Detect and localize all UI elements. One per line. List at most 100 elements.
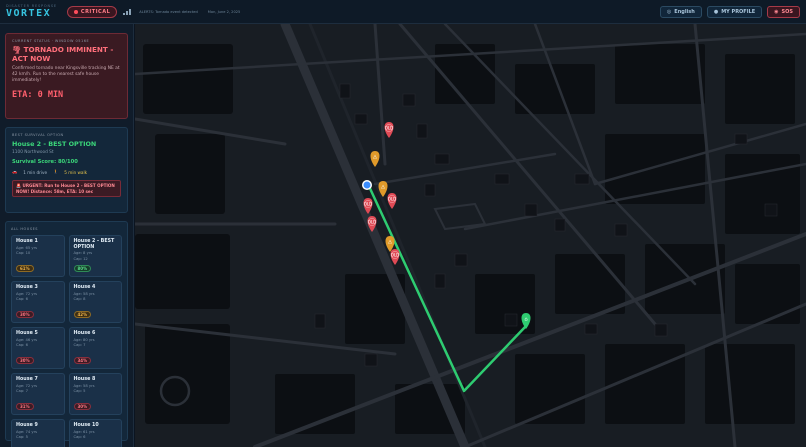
house-age: Age: 80 yrs	[73, 337, 95, 342]
house-age: Age: 8 yrs	[73, 251, 93, 256]
house-card[interactable]: House 6 Age: 80 yrs Cap: 7 34%	[68, 327, 122, 369]
house-capacity: Cap: 7	[16, 389, 28, 394]
house-score-badge: 30%	[16, 311, 34, 318]
house-name: House 1	[16, 239, 38, 244]
status-badge-label: CRITICAL	[80, 8, 111, 15]
best-option-name: House 2 - BEST OPTION	[12, 140, 97, 148]
house-score-badge: 34%	[73, 357, 92, 364]
tornado-warning-title: 🌪 TORNADO IMMINENT - ACT NOW	[12, 45, 114, 63]
travel-times: 🚗 1 min drive 🚶 5 min walk	[12, 169, 121, 175]
house-capacity: Cap: 7	[73, 343, 86, 348]
house-score-badge: 80%	[73, 265, 92, 272]
tornado-warning-description: Confirmed tornado near Kingsville tracki…	[12, 66, 120, 84]
walk-time: 5 min walk	[64, 169, 88, 175]
brand-logo: VORTEX	[6, 8, 52, 19]
house-capacity: Cap: 5	[16, 435, 28, 440]
alert-ticker: ALERTS: Tornado event detected	[139, 9, 198, 14]
house-capacity: Cap: 6	[16, 343, 28, 348]
best-option-address: 1100 Northwood St	[12, 150, 54, 155]
warning-icon: ⚠	[388, 240, 393, 246]
houses-section-label: ALL HOUSES	[11, 227, 39, 231]
signal-bars-icon	[123, 8, 132, 15]
house-capacity: Cap: 8	[73, 297, 86, 302]
house-age: Age: 72 yrs	[16, 383, 38, 388]
house-marker-old[interactable]: OLD	[390, 249, 400, 265]
top-bar: DISASTER RESPONSE VORTEX CRITICAL ALERTS…	[0, 0, 806, 24]
user-icon: ●	[713, 8, 719, 15]
language-button[interactable]: ◎ English	[659, 5, 702, 18]
survival-score: Survival Score: 80/100	[12, 159, 78, 165]
marker-label: OLD	[391, 253, 399, 258]
house-age: Age: 58 yrs	[73, 383, 95, 388]
sos-button[interactable]: ◉ SOS	[767, 5, 800, 18]
eta-display: ETA: 0 MIN	[12, 89, 64, 100]
house-score-badge: 30%	[16, 357, 34, 364]
warning-icon: ⚠	[381, 185, 386, 191]
alert-dot-icon	[73, 9, 78, 14]
house-name: House 9	[16, 423, 38, 428]
house-name: House 7	[16, 377, 38, 382]
language-button-label: English	[674, 8, 695, 15]
walk-icon: 🚶	[53, 169, 59, 174]
house-card[interactable]: House 9 Age: 74 yrs Cap: 5	[11, 419, 65, 447]
house-age: Age: 58 yrs	[73, 291, 95, 296]
houses-panel: ALL HOUSES House 1 Age: 65 yrs Cap: 10 61% …	[5, 221, 128, 447]
user-location-marker[interactable]	[362, 180, 372, 190]
globe-icon: ◎	[666, 8, 672, 15]
house-marker-old[interactable]: OLD	[387, 193, 397, 209]
car-icon: 🚗	[12, 169, 18, 174]
house-capacity: Cap: 6	[16, 297, 28, 302]
house-card[interactable]: House 10 Age: 61 yrs Cap: 6	[68, 419, 122, 447]
drive-time: 1 min drive	[23, 169, 48, 175]
marker-label: OLD	[385, 126, 393, 131]
brand[interactable]: DISASTER RESPONSE VORTEX	[6, 4, 57, 19]
house-age: Age: 72 yrs	[16, 291, 38, 296]
houses-grid: House 1 Age: 65 yrs Cap: 10 61% House 2 - B…	[11, 235, 122, 447]
date-display: Mon, June 2, 2025	[207, 9, 241, 14]
urgent-alert: 🚨 URGENT: Run to House 2 - BEST OPTION N…	[12, 180, 121, 198]
best-option-section-label: BEST SURVIVAL OPTION	[12, 133, 64, 137]
house-card[interactable]: House 8 Age: 58 yrs Cap: 5 30%	[68, 373, 122, 415]
house-card[interactable]: House 7 Age: 72 yrs Cap: 7 31%	[11, 373, 65, 415]
profile-button[interactable]: ● MY PROFILE	[706, 5, 763, 18]
sos-button-label: SOS	[781, 8, 793, 15]
house-card[interactable]: House 3 Age: 72 yrs Cap: 6 30%	[11, 281, 65, 323]
house-marker-old[interactable]: OLD	[384, 122, 394, 138]
marker-label: OLD	[388, 197, 396, 202]
map-view[interactable]: OLD ⚠ ⚠ OLD OLD OLD ⚠ OLD ⌂	[135, 24, 806, 447]
house-card[interactable]: House 5 Age: 46 yrs Cap: 6 30%	[11, 327, 65, 369]
marker-label: OLD	[364, 202, 372, 207]
status-section-label: CURRENT STATUS · WINDOW 0516E	[12, 39, 90, 43]
house-name: House 5	[16, 331, 38, 336]
house-name: House 3	[16, 285, 38, 290]
house-card[interactable]: House 2 - BEST OPTION Age: 8 yrs Cap: 12 80…	[68, 235, 122, 277]
house-name: House 4	[73, 285, 96, 290]
house-capacity: Cap: 10	[16, 251, 31, 256]
house-card[interactable]: House 1 Age: 65 yrs Cap: 10 61%	[11, 235, 65, 277]
house-name: House 6	[73, 331, 96, 336]
house-marker-warning[interactable]: ⚠	[370, 151, 380, 167]
house-capacity: Cap: 6	[73, 435, 86, 440]
marker-label: OLD	[368, 220, 376, 225]
house-capacity: Cap: 5	[73, 389, 86, 394]
status-badge: CRITICAL	[66, 5, 118, 18]
map-canvas[interactable]: OLD ⚠ ⚠ OLD OLD OLD ⚠ OLD ⌂	[135, 24, 806, 447]
house-name: House 10	[73, 423, 99, 428]
house-name: House 8	[73, 377, 96, 382]
house-age: Age: 65 yrs	[16, 245, 38, 250]
house-card[interactable]: House 4 Age: 58 yrs Cap: 8 42%	[68, 281, 122, 323]
sidebar: CURRENT STATUS · WINDOW 0516E 🌪 TORNADO …	[0, 24, 134, 447]
house-age: Age: 74 yrs	[16, 429, 38, 434]
house-capacity: Cap: 12	[73, 256, 88, 261]
house-score-badge: 42%	[73, 311, 92, 318]
best-option-panel[interactable]: BEST SURVIVAL OPTION House 2 - BEST OPTI…	[5, 127, 128, 213]
status-panel: CURRENT STATUS · WINDOW 0516E 🌪 TORNADO …	[5, 33, 128, 119]
house-score-badge: 61%	[16, 265, 34, 272]
house-age: Age: 46 yrs	[16, 337, 38, 342]
house-check-icon: ⌂	[524, 317, 527, 323]
warning-icon: ⚠	[373, 155, 378, 161]
siren-icon: ◉	[774, 8, 779, 15]
house-name: House 2 - BEST OPTION	[73, 239, 115, 250]
house-score-badge: 31%	[16, 403, 34, 410]
house-age: Age: 61 yrs	[73, 429, 95, 434]
